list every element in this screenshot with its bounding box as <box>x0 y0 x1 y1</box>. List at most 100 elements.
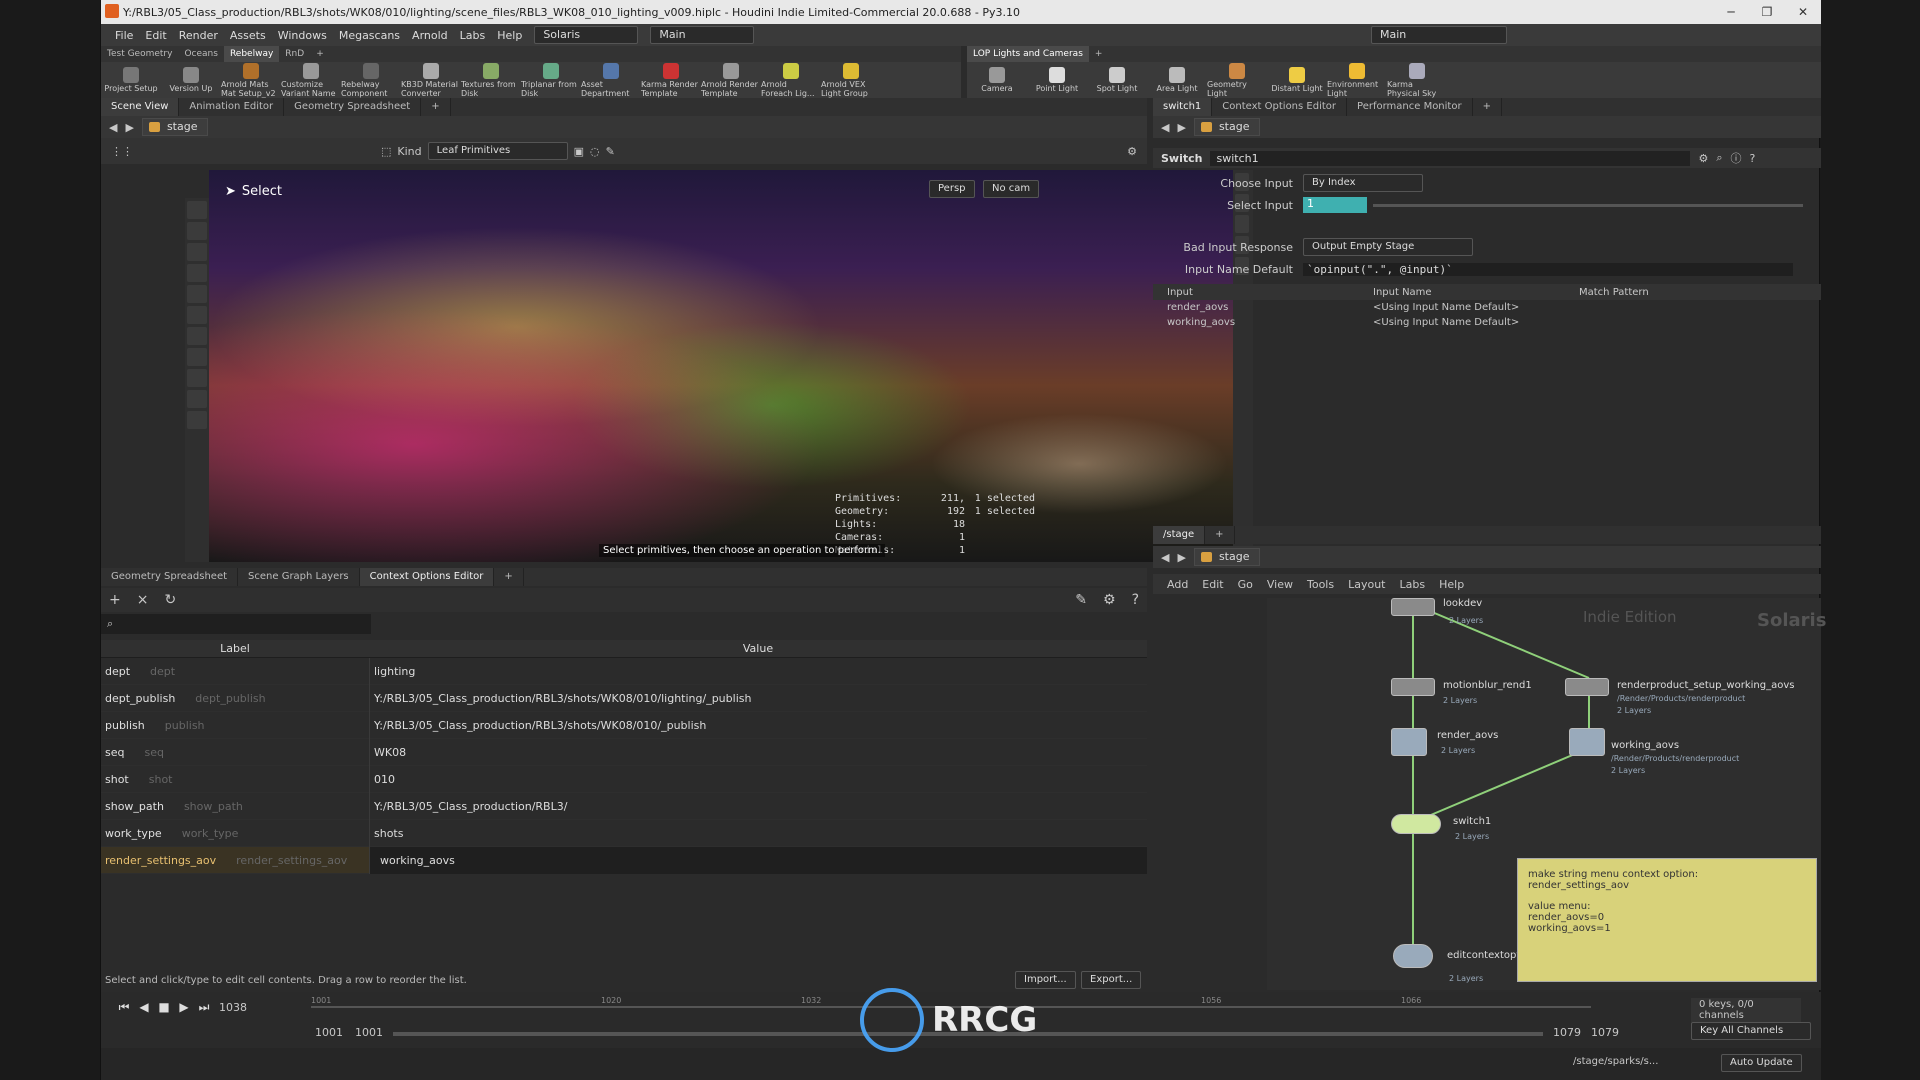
input-name-default-field[interactable]: `opinput(".", @input)` <box>1303 262 1793 276</box>
table-row[interactable]: publish publish Y:/RBL3/05_Class_productio… <box>101 711 1147 739</box>
close-button[interactable]: ✕ <box>1785 0 1821 24</box>
range-start-2[interactable]: 1001 <box>355 1026 383 1039</box>
net-menu-edit[interactable]: Edit <box>1202 578 1223 591</box>
brush-icon[interactable]: ✎ <box>606 145 615 158</box>
info-icon[interactable]: ⓘ <box>1731 150 1742 166</box>
menu-assets[interactable]: Assets <box>230 29 266 42</box>
tool-arnold-foreach-light[interactable]: Arnold Foreach Lig... <box>761 62 821 98</box>
tab-scene-view[interactable]: Scene View <box>101 98 180 116</box>
tab-context-options-editor[interactable]: Context Options Editor <box>359 568 495 586</box>
minimize-button[interactable]: ─ <box>1713 0 1749 24</box>
param-back-icon[interactable]: ◀ <box>1161 121 1169 134</box>
table-row[interactable]: dept dept lighting <box>101 657 1147 685</box>
tool-geometry-light[interactable]: Geometry Light <box>1207 62 1267 98</box>
kind-select[interactable]: Leaf Primitives <box>427 142 568 160</box>
tool-customize-variant[interactable]: Customize Variant Name <box>281 62 341 98</box>
current-frame[interactable]: 1038 <box>215 1001 255 1014</box>
table-row[interactable]: work_type work_type shots <box>101 819 1147 847</box>
node-switch1[interactable] <box>1391 814 1441 834</box>
tool-arnold-vex-light-group[interactable]: Arnold VEX Light Group <box>821 62 881 98</box>
desktop-select[interactable]: Solaris <box>534 26 639 44</box>
tool-spot-light[interactable]: Spot Light <box>1087 67 1147 93</box>
menu-help[interactable]: Help <box>497 29 522 42</box>
rotate-tool-icon[interactable] <box>187 264 207 282</box>
net-menu-tools[interactable]: Tools <box>1307 578 1334 591</box>
net-menu-add[interactable]: Add <box>1167 578 1188 591</box>
key-all-channels-select[interactable]: Key All Channels <box>1691 1022 1811 1040</box>
select-input-field[interactable]: 1 <box>1303 197 1367 213</box>
lasso-icon[interactable]: ◌ <box>590 145 600 158</box>
forward-icon[interactable]: ▶ <box>125 121 133 134</box>
net-menu-view[interactable]: View <box>1267 578 1293 591</box>
shelf-tab-lop-lights[interactable]: LOP Lights and Cameras <box>967 46 1089 62</box>
node-editcontextoptions[interactable] <box>1393 944 1433 968</box>
node-name-field[interactable]: switch1 <box>1210 150 1691 166</box>
jump-end-icon[interactable]: ⏭ <box>195 998 213 1016</box>
magnet-icon[interactable] <box>187 369 207 387</box>
tool-karma-render-template[interactable]: Karma Render Template <box>641 62 701 98</box>
maximize-button[interactable]: ❐ <box>1749 0 1785 24</box>
tool-arnold-render-template[interactable]: Arnold Render Template <box>701 62 761 98</box>
tab-animation-editor[interactable]: Animation Editor <box>179 98 285 116</box>
workspace-right-select[interactable]: Main <box>1371 26 1507 44</box>
node-working-aovs[interactable] <box>1569 728 1605 756</box>
shelf-tab-oceans[interactable]: Oceans <box>178 46 223 62</box>
auto-update-select[interactable]: Auto Update <box>1721 1054 1802 1072</box>
select-tool-icon[interactable] <box>187 201 207 219</box>
play-icon[interactable]: ▶ <box>175 998 193 1016</box>
node-render-aovs[interactable] <box>1391 728 1427 756</box>
node-renderproduct-setup[interactable] <box>1565 678 1609 696</box>
tab-scene-graph-layers[interactable]: Scene Graph Layers <box>238 568 360 586</box>
input-row[interactable]: working_aovs <Using Input Name Default> <box>1153 315 1821 330</box>
select-input-slider[interactable] <box>1373 203 1803 207</box>
param-stage-path[interactable]: stage <box>1193 118 1261 136</box>
tool-distant-light[interactable]: Distant Light <box>1267 67 1327 93</box>
node-search-icon[interactable]: ⌕ <box>1716 151 1722 165</box>
persp-menu[interactable]: Persp <box>929 180 975 198</box>
refresh-icon[interactable]: ↻ <box>164 592 176 608</box>
shelf-tab-test-geometry[interactable]: Test Geometry <box>101 46 178 62</box>
menu-edit[interactable]: Edit <box>145 29 166 42</box>
range-end-2[interactable]: 1079 <box>1591 1026 1619 1039</box>
tab-performance-monitor[interactable]: Performance Monitor <box>1347 98 1473 116</box>
context-settings-icon[interactable]: ⚙ <box>1103 592 1116 608</box>
network-stage-path[interactable]: stage <box>1193 548 1261 566</box>
play-reverse-icon[interactable]: ◀ <box>135 998 153 1016</box>
menu-arnold[interactable]: Arnold <box>412 29 448 42</box>
add-network-tab-icon[interactable]: + <box>1205 526 1235 544</box>
menu-labs[interactable]: Labs <box>460 29 486 42</box>
tool-camera[interactable]: Camera <box>967 67 1027 93</box>
pose-tool-icon[interactable] <box>187 327 207 345</box>
workspace-select[interactable]: Main <box>650 26 755 44</box>
scale-tool-icon[interactable] <box>187 285 207 303</box>
net-menu-go[interactable]: Go <box>1238 578 1253 591</box>
measure-tool-icon[interactable] <box>187 411 207 429</box>
camera-menu[interactable]: No cam <box>983 180 1040 198</box>
table-row[interactable]: shot shot 010 <box>101 765 1147 793</box>
tool-environment-light[interactable]: Environment Light <box>1327 62 1387 98</box>
gear-icon[interactable]: ⚙ <box>1698 152 1708 165</box>
export-button[interactable]: Export... <box>1081 971 1142 989</box>
menu-file[interactable]: File <box>115 29 133 42</box>
tab-switch1[interactable]: switch1 <box>1153 98 1213 116</box>
light-tool-icon[interactable] <box>187 348 207 366</box>
view-tool-icon[interactable] <box>187 390 207 408</box>
handle-tool-icon[interactable] <box>187 306 207 324</box>
tool-asset-department[interactable]: Asset Department <box>581 62 641 98</box>
net-menu-layout[interactable]: Layout <box>1348 578 1385 591</box>
tool-point-light[interactable]: Point Light <box>1027 67 1087 93</box>
param-help-icon[interactable]: ? <box>1750 152 1756 165</box>
bad-input-select[interactable]: Output Empty Stage <box>1303 238 1473 256</box>
net-forward-icon[interactable]: ▶ <box>1177 551 1185 564</box>
node-motionblur-rend1[interactable] <box>1391 678 1435 696</box>
tab-context-options-editor-2[interactable]: Context Options Editor <box>1212 98 1348 116</box>
select-mode-icon[interactable]: ⬚ <box>381 145 391 158</box>
range-end[interactable]: 1079 <box>1553 1026 1581 1039</box>
choose-input-select[interactable]: By Index <box>1303 174 1423 192</box>
shelf-tab-rebelway[interactable]: Rebelway <box>223 46 280 62</box>
node-lookdev[interactable] <box>1391 598 1435 616</box>
add-bottom-tab-icon[interactable]: + <box>494 568 524 586</box>
jump-start-icon[interactable]: ⏮ <box>115 998 133 1016</box>
sticky-note[interactable]: make string menu context option: render_s… <box>1517 858 1817 982</box>
tool-rebelway-component[interactable]: Rebelway Component <box>341 62 401 98</box>
